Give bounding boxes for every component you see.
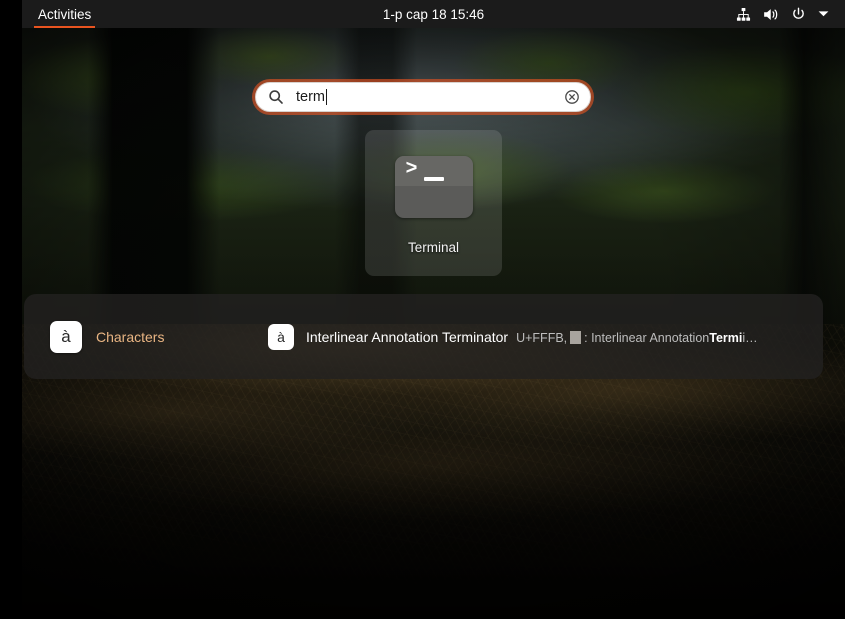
app-search-results: > Terminal bbox=[22, 130, 845, 276]
result-title: Interlinear Annotation Terminator bbox=[306, 328, 509, 345]
search-input[interactable]: term bbox=[296, 89, 564, 105]
provider-header-characters[interactable]: à Characters bbox=[24, 320, 260, 353]
clock-area: 1-p cap 18 15:46 bbox=[22, 5, 845, 24]
list-item[interactable]: à Interlinear Annotation Terminator U+FF… bbox=[260, 318, 766, 356]
app-result-terminal[interactable]: > Terminal bbox=[365, 130, 502, 276]
activities-button[interactable]: Activities bbox=[28, 0, 101, 28]
search-icon bbox=[268, 89, 284, 105]
result-subtitle: U+FFFB, : Interlinear Annotation Termi i… bbox=[516, 331, 758, 345]
search-results-panel: à Characters à Interlinear Annotation Te… bbox=[24, 294, 823, 379]
status-menu-button[interactable] bbox=[736, 7, 845, 22]
result-subtitle-description: : Interlinear Annotation bbox=[584, 330, 710, 345]
activities-label: Activities bbox=[38, 6, 92, 22]
search-input-value: term bbox=[296, 89, 325, 105]
clock-label: 1-p cap 18 15:46 bbox=[382, 6, 485, 22]
network-wired-icon[interactable] bbox=[736, 7, 751, 22]
terminal-cursor-glyph bbox=[423, 177, 444, 181]
text-cursor bbox=[326, 89, 328, 105]
terminal-icon: > bbox=[394, 156, 473, 218]
power-icon[interactable] bbox=[791, 7, 806, 22]
volume-icon[interactable] bbox=[763, 7, 779, 22]
characters-icon: à bbox=[50, 320, 82, 353]
provider-title: Characters bbox=[96, 328, 165, 345]
terminal-prompt-glyph: > bbox=[405, 158, 418, 181]
search-entry[interactable]: term bbox=[255, 82, 591, 112]
provider-result-list: à Interlinear Annotation Terminator U+FF… bbox=[260, 318, 823, 356]
clear-icon[interactable] bbox=[564, 89, 580, 105]
result-subtitle-truncation: i… bbox=[742, 330, 758, 345]
result-subtitle-match-highlight: Termi bbox=[709, 330, 743, 345]
unprintable-char-glyph bbox=[570, 331, 582, 344]
result-subtitle-codepoint: U+FFFB, bbox=[516, 330, 568, 345]
characters-result-icon-glyph: à bbox=[277, 328, 285, 345]
result-text: Interlinear Annotation Terminator U+FFFB… bbox=[306, 329, 758, 345]
screen: Activities 1-p cap 18 15:46 term > Termi… bbox=[0, 0, 845, 619]
characters-icon-glyph: à bbox=[61, 327, 71, 346]
app-result-label: Terminal bbox=[407, 240, 459, 255]
top-bar: Activities 1-p cap 18 15:46 bbox=[22, 0, 845, 28]
characters-result-icon: à bbox=[268, 323, 294, 350]
chevron-down-icon[interactable] bbox=[818, 10, 829, 18]
clock-button[interactable]: 1-p cap 18 15:46 bbox=[375, 5, 492, 24]
activities-active-underline bbox=[34, 25, 96, 28]
